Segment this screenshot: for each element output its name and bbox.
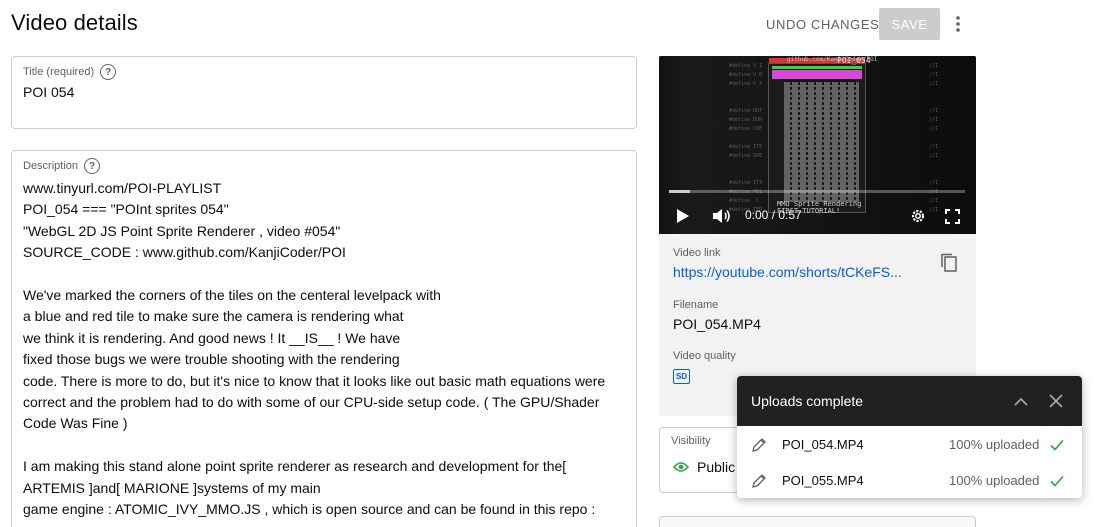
visibility-value: Public <box>673 459 735 475</box>
video-progress-fill <box>669 190 690 193</box>
description-line: code. There is more to do, but it's nice… <box>23 372 606 389</box>
description-line: game engine : ATOMIC_IVY_MMO.JS , which … <box>23 500 596 517</box>
close-uploads-button[interactable] <box>1046 391 1066 411</box>
video-link-section: Video link https://youtube.com/shorts/tC… <box>673 247 913 280</box>
visibility-text: Public <box>697 459 736 475</box>
save-button[interactable]: SAVE <box>879 8 940 40</box>
collapse-uploads-button[interactable] <box>1011 391 1031 411</box>
check-icon <box>1049 473 1065 489</box>
upload-status: 100% uploaded <box>949 437 1040 452</box>
video-link[interactable]: https://youtube.com/shorts/tCKeFS... <box>673 264 913 280</box>
video-quality-section: Video quality SD <box>673 350 736 384</box>
fullscreen-button[interactable] <box>942 205 962 227</box>
description-line: correct and the problem had to do with s… <box>23 393 600 432</box>
description-line: a blue and red tile to make sure the cam… <box>23 308 404 325</box>
video-screenshot-titlebar <box>772 70 862 79</box>
description-label-text: Description <box>23 160 79 172</box>
title-input[interactable]: POI 054 <box>23 84 74 100</box>
video-card: #define U_I #define U_B #define U_X #def… <box>659 56 976 416</box>
help-icon[interactable]: ? <box>84 158 101 174</box>
more-options-button[interactable] <box>946 12 970 36</box>
description-line: We've marked the corners of the tiles on… <box>23 286 441 303</box>
volume-icon <box>713 209 730 223</box>
video-time: 0:00 / 0:57 <box>745 208 802 222</box>
description-input[interactable]: www.tinyurl.com/POI-PLAYLIST POI_054 ===… <box>23 178 628 520</box>
eye-icon <box>673 462 689 472</box>
play-icon <box>677 209 689 223</box>
video-quality-label: Video quality <box>673 350 736 362</box>
uploads-panel: Uploads complete POI_054.MP4 100% upload… <box>737 376 1082 498</box>
video-screenshot-highlight <box>772 66 862 69</box>
sd-quality-badge: SD <box>673 369 690 384</box>
close-icon <box>1049 394 1063 408</box>
check-icon <box>1049 437 1065 453</box>
uploads-panel-title: Uploads complete <box>751 393 864 409</box>
fullscreen-icon <box>944 208 960 224</box>
upload-item: POI_054.MP4 100% uploaded <box>737 427 1082 463</box>
time-separator: / <box>768 208 779 222</box>
copy-link-button[interactable] <box>940 253 960 273</box>
description-field-label: Description ? <box>23 158 101 174</box>
description-line: fixed those bugs we were trouble shootin… <box>23 351 400 368</box>
visibility-label: Visibility <box>671 435 711 447</box>
edit-icon <box>752 474 766 488</box>
duration: 0:57 <box>778 208 802 222</box>
copy-icon <box>941 253 957 272</box>
upload-filename[interactable]: POI_054.MP4 <box>782 437 864 452</box>
title-label-text: Title (required) <box>23 66 95 78</box>
chevron-up-icon <box>1014 397 1028 406</box>
settings-icon <box>911 209 925 223</box>
edit-icon <box>752 438 766 452</box>
filename-section: Filename POI_054.MP4 <box>673 299 761 332</box>
description-line: www.tinyurl.com/POI-PLAYLIST <box>23 180 222 196</box>
edit-upload-button[interactable] <box>751 437 767 453</box>
title-field-label: Title (required) ? <box>23 64 117 80</box>
video-link-label: Video link <box>673 247 721 259</box>
description-line: POI_054 === "POInt sprites 054" <box>23 201 229 218</box>
upload-item: POI_055.MP4 100% uploaded <box>737 463 1082 498</box>
description-line: "WebGL 2D JS Point Sprite Renderer , vid… <box>23 222 341 239</box>
description-line <box>23 435 628 456</box>
video-screenshot-grid <box>784 82 859 202</box>
undo-changes-button[interactable]: UNDO CHANGES <box>757 8 888 40</box>
uploads-panel-header: Uploads complete <box>737 376 1082 426</box>
video-progress-bar[interactable] <box>669 190 965 193</box>
upload-filename[interactable]: POI_055.MP4 <box>782 473 864 488</box>
upload-status: 100% uploaded <box>949 473 1040 488</box>
description-line <box>23 264 628 285</box>
video-player[interactable]: #define U_I #define U_B #define U_X #def… <box>659 56 976 234</box>
settings-button[interactable] <box>908 205 928 227</box>
edit-upload-button[interactable] <box>751 473 767 489</box>
volume-button[interactable] <box>711 205 733 227</box>
title-field[interactable]: Title (required) ? POI 054 <box>11 56 637 129</box>
description-field[interactable]: Description ? www.tinyurl.com/POI-PLAYLI… <box>11 150 637 527</box>
filename-value: POI_054.MP4 <box>673 316 761 332</box>
page-title: Video details <box>11 10 138 35</box>
video-frame-title: POI_054 <box>837 56 871 65</box>
description-line: we think it is rendering. And good news … <box>23 329 401 346</box>
description-line: SOURCE_CODE : www.github.com/KanjiCoder/… <box>23 244 346 261</box>
description-line: I am making this stand alone point sprit… <box>23 458 567 496</box>
current-time: 0:00 <box>745 208 769 222</box>
more-vert-icon <box>956 16 960 32</box>
filename-label: Filename <box>673 299 719 311</box>
help-icon[interactable]: ? <box>100 64 117 80</box>
play-button[interactable] <box>675 205 691 227</box>
restrictions-field[interactable] <box>659 516 976 527</box>
